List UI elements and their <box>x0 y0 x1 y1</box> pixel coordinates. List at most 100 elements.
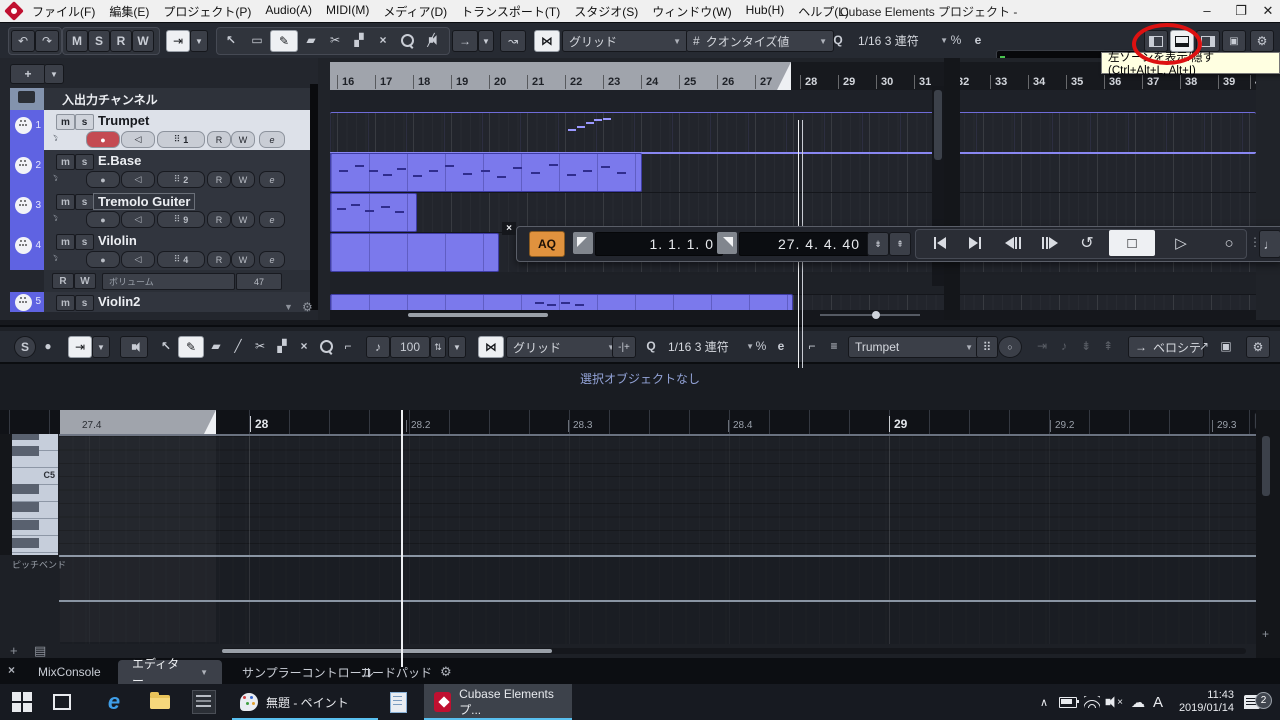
file-explorer-button[interactable] <box>148 690 172 714</box>
read-automation-button[interactable]: R <box>207 171 231 188</box>
battery-icon[interactable] <box>1056 690 1080 714</box>
track-name[interactable]: Trumpet <box>98 113 149 128</box>
step-insert-down-button[interactable]: ⇟ <box>1076 336 1096 356</box>
write-automation-button[interactable]: W <box>231 251 255 268</box>
show-note-exp-button[interactable]: ⠿ <box>976 336 998 358</box>
split-tool[interactable]: ✂ <box>324 30 346 50</box>
menu-item[interactable]: トランスポート(T) <box>461 3 560 20</box>
write-all-button[interactable]: W <box>132 30 154 52</box>
read-automation-button[interactable]: R <box>207 251 231 268</box>
solo-all-button[interactable]: S <box>88 30 110 52</box>
monitor-button[interactable]: ◁ <box>121 211 155 228</box>
record-enable-button[interactable]: ● <box>86 211 120 228</box>
monitor-button[interactable]: ◁ <box>121 251 155 268</box>
controller-lane-divider[interactable] <box>59 600 1256 602</box>
editor-grid-dropdown[interactable]: グリッド▼ <box>506 336 622 358</box>
editor-cursor[interactable] <box>401 410 403 667</box>
forward-button[interactable] <box>1031 230 1067 256</box>
track-name[interactable]: Vilolin <box>98 233 137 248</box>
track-solo-button[interactable]: s <box>75 234 94 250</box>
insert-velocity-value[interactable]: 100 <box>390 336 430 358</box>
track-name[interactable]: Tremolo Guiter <box>93 193 196 210</box>
editor-select-tool[interactable]: ↖ <box>156 336 176 356</box>
drum-map-channel-button[interactable]: ⠿ 1 <box>157 131 205 148</box>
editor-toolbar-setup-button[interactable]: ⚙ <box>1246 336 1270 358</box>
mute-all-button[interactable]: M <box>66 30 88 52</box>
midi-part-ebase[interactable] <box>330 153 642 192</box>
snap-button[interactable]: ⋈ <box>534 30 560 52</box>
project-zoom-slider[interactable] <box>820 311 920 319</box>
editor-autoscroll-button[interactable]: ⇥ <box>68 336 92 358</box>
record-enable-button[interactable]: ● <box>86 131 120 148</box>
stop-button[interactable]: □ <box>1109 230 1155 256</box>
autoscroll-dropdown[interactable]: ▼ <box>190 30 208 52</box>
record-button[interactable]: ○ <box>1207 230 1251 256</box>
redo-button[interactable]: ↷ <box>35 30 59 52</box>
track-mute-button[interactable]: m <box>56 234 75 250</box>
black-key[interactable] <box>12 520 39 530</box>
midi-part-violin[interactable] <box>330 233 499 272</box>
audition-tool[interactable] <box>423 31 445 49</box>
start-button[interactable] <box>10 690 34 714</box>
controller-setup-icon[interactable]: ▤ <box>34 643 46 659</box>
menu-item[interactable]: スタジオ(S) <box>574 3 638 20</box>
go-to-next-marker-button[interactable] <box>957 230 993 256</box>
transport-close-button[interactable]: × <box>502 222 516 235</box>
menu-item[interactable]: Hub(H) <box>746 3 785 20</box>
track-solo-button[interactable]: s <box>75 154 94 170</box>
taskbar-cubase-button[interactable]: Cubase Elements プ... <box>424 684 572 720</box>
editor-mute-tool[interactable]: × <box>294 336 314 356</box>
midi-input-button[interactable]: ○ <box>998 336 1022 358</box>
wifi-icon[interactable] <box>1080 690 1104 714</box>
velocity-spinner[interactable]: ⇅ <box>430 336 446 358</box>
menu-item[interactable]: 編集(E) <box>109 3 149 20</box>
drum-map-channel-button[interactable]: ⠿ 4 <box>157 251 205 268</box>
acoustic-feedback-button[interactable] <box>120 336 148 358</box>
punch-in-button[interactable]: ⇟ <box>867 232 889 256</box>
drum-map-channel-button[interactable]: ⠿ 2 <box>157 171 205 188</box>
track-solo-button[interactable]: s <box>75 295 94 311</box>
zoom-tool[interactable] <box>396 30 418 50</box>
read-all-button[interactable]: R <box>110 30 132 52</box>
go-to-previous-marker-button[interactable] <box>921 230 957 256</box>
editor-draw-tool[interactable]: ✎ <box>178 336 204 358</box>
play-button[interactable]: ▷ <box>1159 230 1203 256</box>
metronome-button[interactable]: ♩ <box>1259 230 1280 258</box>
add-track-button[interactable]: + <box>10 64 46 84</box>
track-mute-button[interactable]: m <box>56 295 75 311</box>
ime-mode-icon[interactable]: A <box>1146 690 1170 714</box>
monitor-button[interactable]: ◁ <box>121 131 155 148</box>
edit-active-part-button[interactable]: ≡ <box>824 336 844 356</box>
track-row-ebase[interactable]: 2 m s E.Base ♪ ● ◁ ⠿ 2 R W e <box>10 150 310 190</box>
insert-velocity-icon-button[interactable]: ♪ <box>366 336 390 358</box>
editor-quantize-button[interactable]: Q <box>642 336 660 356</box>
tray-clock[interactable]: 11:43 2019/01/14 <box>1172 689 1234 715</box>
automation-value[interactable]: 47 <box>236 273 282 290</box>
editor-swing-button[interactable]: % <box>752 336 770 356</box>
autoscroll-mode-dropdown[interactable]: ▼ <box>478 30 494 52</box>
undo-button[interactable]: ↶ <box>11 30 35 52</box>
editor-window-setup-button[interactable]: ▣ <box>1216 336 1236 356</box>
editor-split-tool[interactable]: ✂ <box>250 336 270 356</box>
step-insert-up-button[interactable]: ⇞ <box>1098 336 1118 356</box>
editor-eraser-tool[interactable]: ▰ <box>206 336 226 356</box>
crossfade-button[interactable]: ↝ <box>500 30 526 52</box>
automation-lane-row[interactable]: R W ボリューム 47 <box>10 270 310 292</box>
black-key[interactable] <box>12 446 39 456</box>
event-display[interactable] <box>330 90 1256 310</box>
editor-line-tool[interactable]: ⌐ <box>338 336 358 356</box>
volume-muted-icon[interactable]: × <box>1102 690 1126 714</box>
quantize-panel-button[interactable]: e <box>968 30 988 50</box>
scroll-thumb[interactable] <box>408 313 548 317</box>
taskbar-paint-button[interactable]: 無題 - ペイント <box>230 684 359 720</box>
mute-tool[interactable]: × <box>372 30 394 50</box>
draw-tool[interactable]: ✎ <box>270 30 298 52</box>
menu-item[interactable]: MIDI(M) <box>326 3 369 20</box>
drum-map-channel-button[interactable]: ⠿ 9 <box>157 211 205 228</box>
eraser-tool[interactable]: ▰ <box>300 30 322 50</box>
swing-button[interactable]: % <box>946 30 966 50</box>
rewind-button[interactable] <box>995 230 1031 256</box>
track-row-violin2[interactable]: 5 m s Violin2 <box>10 292 310 312</box>
punch-out-button[interactable]: ⇞ <box>889 232 911 256</box>
write-automation-button[interactable]: W <box>231 171 255 188</box>
